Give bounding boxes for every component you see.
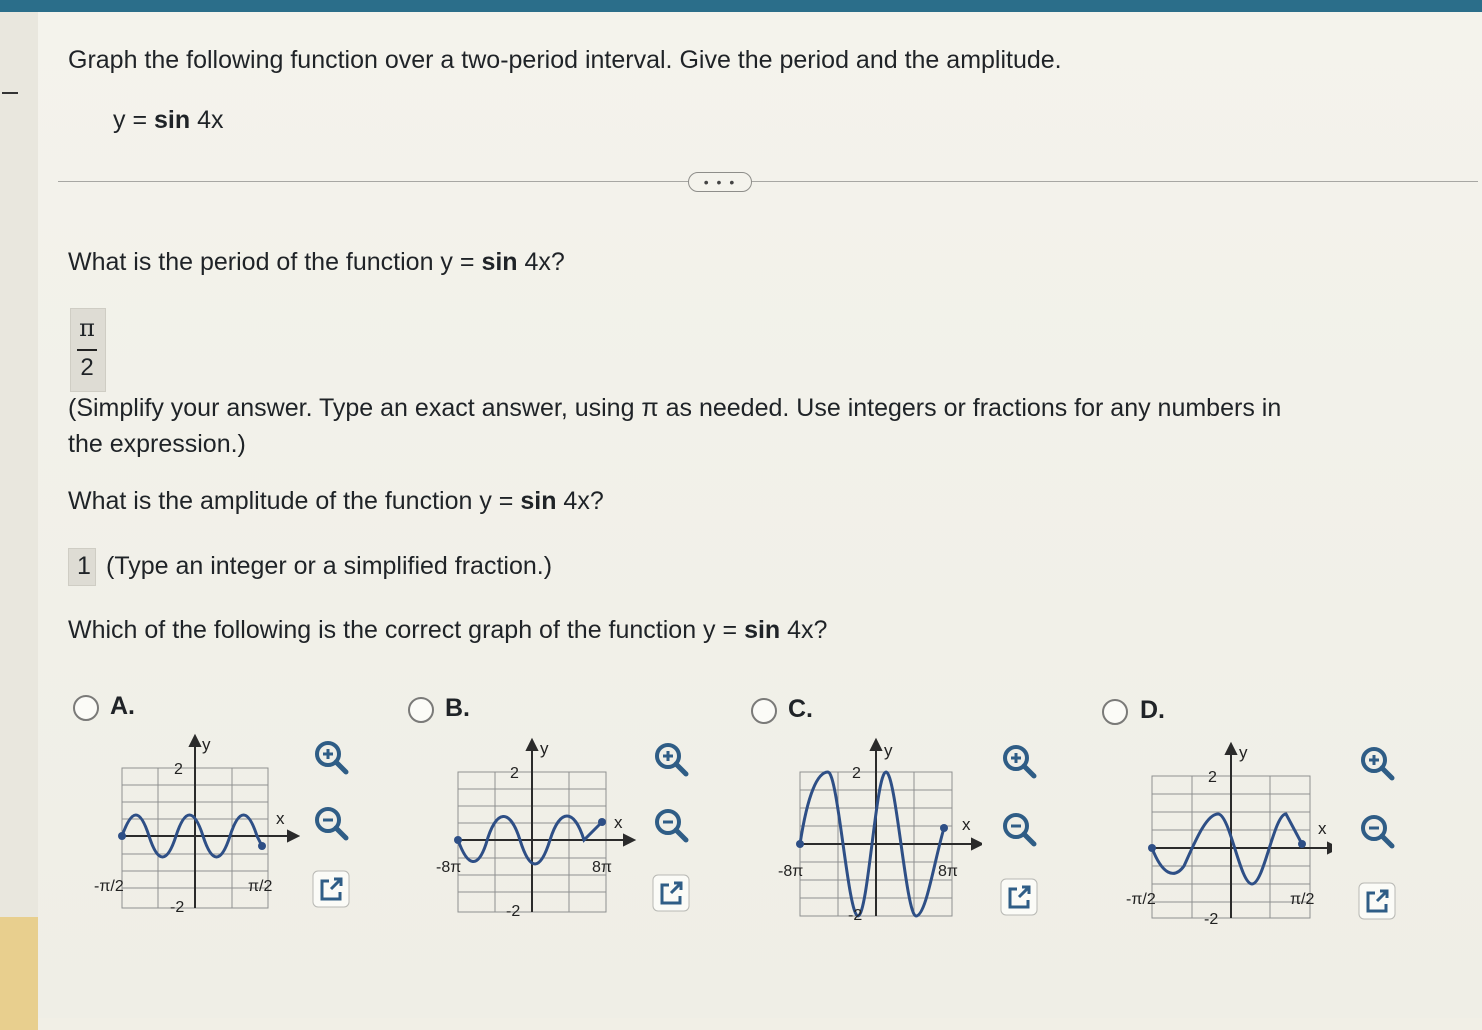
period-numerator: π: [79, 314, 95, 342]
x-min-label: -π/2: [94, 878, 124, 895]
left-panel-stripe: [0, 917, 38, 1030]
external-link-icon[interactable]: [310, 868, 352, 910]
y-axis-label: y: [202, 735, 211, 754]
choice-b-label: B.: [445, 694, 470, 722]
y-max-label: 2: [510, 765, 519, 782]
y-axis-label: y: [884, 741, 893, 760]
y-min-label: -2: [506, 903, 520, 920]
external-link-icon[interactable]: [998, 876, 1040, 918]
graph-axes: [458, 737, 637, 912]
x-max-label: π/2: [1290, 891, 1314, 908]
y-max-label: 2: [1208, 769, 1217, 786]
x-axis-label: x: [276, 809, 285, 828]
y-min-label: -2: [848, 907, 862, 922]
period-answer-fraction: π 2: [70, 310, 104, 390]
choice-c-graph[interactable]: y x 2 -2 -8π 8π: [772, 732, 982, 922]
choice-c-label: C.: [788, 695, 813, 723]
zoom-in-icon[interactable]: [998, 740, 1040, 782]
graph-axes: [800, 737, 982, 916]
x-axis-label: x: [1318, 819, 1327, 838]
curve-endpoint: [118, 832, 126, 840]
x-max-label: π/2: [248, 878, 272, 895]
zoom-out-icon[interactable]: [998, 808, 1040, 850]
choice-d-label: D.: [1140, 696, 1165, 724]
zoom-in-icon[interactable]: [1356, 742, 1398, 784]
curve-endpoint: [454, 836, 462, 844]
zoom-in-icon[interactable]: [310, 736, 352, 778]
curve-endpoint: [1148, 844, 1156, 852]
x-axis-label: x: [962, 815, 971, 834]
section-divider: [58, 181, 1478, 182]
amplitude-hint: (Type an integer or a simplified fractio…: [106, 552, 553, 580]
choice-a-graph[interactable]: y x 2 -2 -π/2 π/2: [90, 728, 300, 918]
choice-b-radio[interactable]: [408, 697, 434, 723]
y-min-label: -2: [170, 899, 184, 916]
y-axis-label: y: [540, 739, 549, 758]
curve-endpoint: [598, 818, 606, 826]
top-header-bar: [0, 0, 1482, 12]
zoom-out-icon[interactable]: [1356, 810, 1398, 852]
x-min-label: -8π: [436, 859, 461, 876]
choice-a-label: A.: [110, 692, 135, 720]
x-max-label: 8π: [938, 863, 958, 880]
period-hint-line1: (Simplify your answer. Type an exact ans…: [68, 394, 1282, 422]
amplitude-question: What is the amplitude of the function y …: [68, 487, 604, 515]
amplitude-answer-value: 1: [77, 552, 91, 580]
x-max-label: 8π: [592, 859, 612, 876]
curve-endpoint: [940, 824, 948, 832]
period-hint-line2: the expression.): [68, 430, 246, 458]
y-max-label: 2: [852, 765, 861, 782]
y-max-label: 2: [174, 761, 183, 778]
choice-b-graph[interactable]: y x 2 -2 -8π 8π: [428, 730, 638, 920]
function-expression: y = sin 4x: [113, 106, 224, 134]
question-instruction: Graph the following function over a two-…: [68, 46, 1062, 74]
collapse-handle[interactable]: [2, 92, 18, 94]
period-question: What is the period of the function y = s…: [68, 248, 565, 276]
fraction-bar: [77, 349, 97, 351]
choice-d-graph[interactable]: y x 2 -2 -π/2 π/2: [1122, 734, 1332, 924]
period-denominator: 2: [80, 354, 94, 381]
x-min-label: -π/2: [1126, 891, 1156, 908]
expand-more-button[interactable]: • • •: [688, 172, 752, 192]
y-min-label: -2: [1204, 911, 1218, 924]
graph-question: Which of the following is the correct gr…: [68, 616, 828, 644]
y-axis-label: y: [1239, 743, 1248, 762]
zoom-out-icon[interactable]: [310, 802, 352, 844]
external-link-icon[interactable]: [650, 872, 692, 914]
choice-c-radio[interactable]: [751, 698, 777, 724]
curve-endpoint: [1298, 840, 1306, 848]
left-panel: [0, 12, 39, 1030]
choice-a-radio[interactable]: [73, 695, 99, 721]
zoom-out-icon[interactable]: [650, 804, 692, 846]
external-link-icon[interactable]: [1356, 880, 1398, 922]
curve-endpoint: [796, 840, 804, 848]
choice-d-radio[interactable]: [1102, 699, 1128, 725]
zoom-in-icon[interactable]: [650, 738, 692, 780]
x-axis-label: x: [614, 813, 623, 832]
x-min-label: -8π: [778, 863, 803, 880]
curve-endpoint: [258, 842, 266, 850]
